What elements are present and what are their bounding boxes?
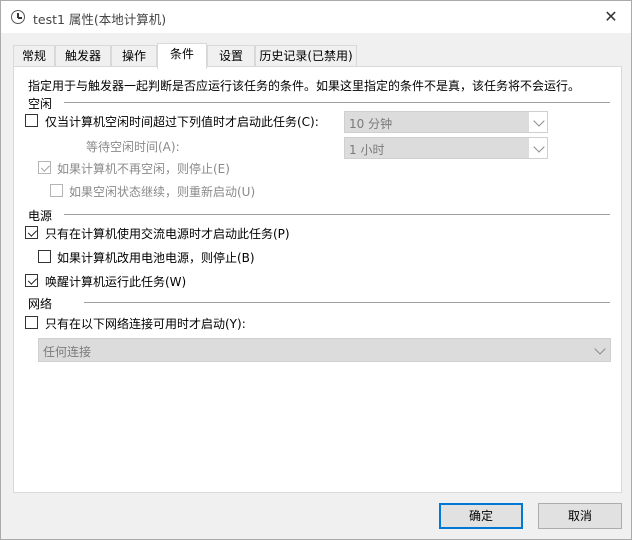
chevron-down-icon bbox=[594, 343, 606, 355]
only-if-network-label: 只有在以下网络连接可用时才启动(Y): bbox=[45, 317, 246, 331]
restart-if-idle-label: 如果空闲状态继续，则重新启动(U) bbox=[69, 185, 256, 199]
network-connection-combo: 任何连接 bbox=[38, 338, 611, 362]
idle-section-label: 空闲 bbox=[28, 97, 53, 111]
power-section-label: 电源 bbox=[28, 209, 53, 223]
start-only-if-idle-checkbox[interactable] bbox=[25, 114, 38, 127]
title-bar: test1 属性(本地计算机) ✕ bbox=[1, 1, 631, 33]
idle-duration-value: 10 分钟 bbox=[349, 117, 393, 131]
network-section-label: 网络 bbox=[28, 297, 53, 311]
tab-actions[interactable]: 操作 bbox=[111, 45, 157, 67]
only-if-network-checkbox[interactable] bbox=[25, 316, 38, 329]
clock-icon bbox=[11, 10, 25, 24]
wake-to-run-checkbox[interactable] bbox=[25, 274, 38, 287]
window-title: test1 属性(本地计算机) bbox=[33, 12, 167, 27]
description-text: 指定用于与触发器一起判断是否应运行该任务的条件。如果这里指定的条件不是真，该任务… bbox=[28, 79, 581, 93]
power-separator bbox=[64, 214, 610, 215]
ok-button[interactable]: 确定 bbox=[439, 503, 523, 529]
close-button[interactable]: ✕ bbox=[599, 5, 623, 29]
conditions-panel: 指定用于与触发器一起判断是否应运行该任务的条件。如果这里指定的条件不是真，该任务… bbox=[13, 66, 622, 493]
network-separator bbox=[84, 302, 610, 303]
wait-duration-combo: 1 小时 bbox=[344, 137, 548, 159]
tab-history[interactable]: 历史记录(已禁用) bbox=[255, 45, 357, 67]
wait-duration-value: 1 小时 bbox=[349, 143, 385, 157]
stop-on-battery-checkbox[interactable] bbox=[38, 250, 51, 263]
ac-power-only-checkbox[interactable] bbox=[25, 226, 38, 239]
tab-settings[interactable]: 设置 bbox=[207, 45, 255, 67]
wake-to-run-label: 唤醒计算机运行此任务(W) bbox=[45, 275, 187, 289]
stop-if-not-idle-checkbox bbox=[38, 161, 51, 174]
tab-general[interactable]: 常规 bbox=[13, 45, 55, 67]
stop-if-not-idle-label: 如果计算机不再空闲，则停止(E) bbox=[57, 162, 230, 176]
idle-duration-combo: 10 分钟 bbox=[344, 111, 548, 133]
ac-power-only-label: 只有在计算机使用交流电源时才启动此任务(P) bbox=[45, 227, 290, 241]
tab-conditions[interactable]: 条件 bbox=[157, 43, 207, 69]
wait-idle-label: 等待空闲时间(A): bbox=[86, 140, 180, 154]
cancel-button[interactable]: 取消 bbox=[538, 503, 622, 529]
stop-on-battery-label: 如果计算机改用电池电源，则停止(B) bbox=[57, 251, 255, 265]
properties-dialog: test1 属性(本地计算机) ✕ 常规 触发器 操作 条件 设置 历史记录(已… bbox=[0, 0, 632, 540]
start-only-if-idle-label: 仅当计算机空闲时间超过下列值时才启动此任务(C): bbox=[45, 115, 319, 129]
restart-if-idle-checkbox bbox=[50, 184, 63, 197]
idle-separator bbox=[64, 102, 610, 103]
tab-triggers[interactable]: 触发器 bbox=[55, 45, 111, 67]
network-connection-value: 任何连接 bbox=[43, 345, 92, 359]
